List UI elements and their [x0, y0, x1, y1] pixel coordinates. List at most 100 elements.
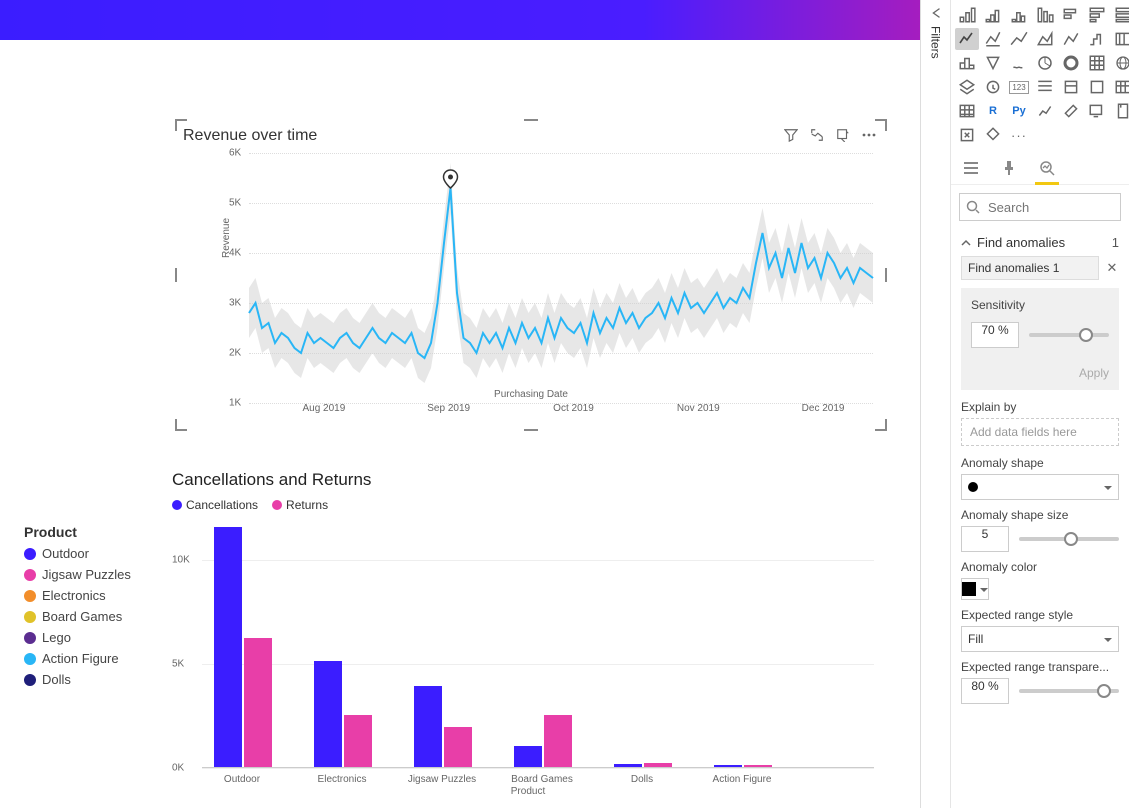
anomaly-shape-select[interactable] [961, 474, 1119, 500]
find-anomalies-section[interactable]: Find anomalies 1 [951, 229, 1129, 256]
viz-type-icon[interactable] [1059, 76, 1083, 98]
bar-group[interactable] [614, 763, 672, 767]
viz-type-icon[interactable] [1059, 28, 1083, 50]
viz-type-icon[interactable] [1059, 100, 1083, 122]
viz-type-icon[interactable] [955, 76, 979, 98]
search-box [959, 193, 1121, 221]
y-tick: 5K [172, 658, 184, 669]
viz-type-icon[interactable] [1007, 28, 1031, 50]
viz-type-icon[interactable] [981, 124, 1005, 146]
viz-type-icon[interactable] [1033, 76, 1057, 98]
viz-type-icon[interactable] [981, 76, 1005, 98]
x-tick: Oct 2019 [553, 403, 594, 417]
legend-item[interactable]: Action Figure [24, 651, 131, 666]
y-tick: 10K [172, 554, 190, 565]
viz-type-icon[interactable] [1033, 52, 1057, 74]
top-banner [0, 0, 920, 40]
legend-item[interactable]: Jigsaw Puzzles [24, 567, 131, 582]
viz-type-icon[interactable]: Py [1007, 100, 1031, 122]
filters-pane-collapsed[interactable]: Filters [920, 0, 950, 808]
chart-legend: Cancellations Returns [172, 498, 884, 512]
viz-type-icon[interactable] [1085, 76, 1109, 98]
legend-label: Board Games [42, 609, 122, 624]
sensitivity-slider[interactable] [1029, 333, 1109, 337]
x-tick: Dolls [631, 774, 653, 785]
format-tab[interactable] [999, 158, 1019, 178]
viz-type-icon[interactable]: R [981, 100, 1005, 122]
expand-icon [929, 6, 943, 20]
legend-item[interactable]: Dolls [24, 672, 131, 687]
search-input[interactable] [959, 193, 1121, 221]
legend-item[interactable]: Lego [24, 630, 131, 645]
viz-type-icon[interactable] [1007, 52, 1031, 74]
viz-type-icon[interactable] [1033, 100, 1057, 122]
legend-item[interactable]: Electronics [24, 588, 131, 603]
expected-range-style-select[interactable]: Fill [961, 626, 1119, 652]
viz-type-icon[interactable] [1033, 4, 1057, 26]
viz-type-icon[interactable] [1111, 4, 1129, 26]
viz-type-icon[interactable] [1085, 100, 1109, 122]
viz-type-icon[interactable] [1033, 28, 1057, 50]
more-icon[interactable] [861, 127, 877, 143]
viz-type-icon[interactable] [955, 52, 979, 74]
pin-icon[interactable] [835, 127, 851, 143]
shape-size-slider[interactable] [1019, 537, 1119, 541]
transparency-input[interactable]: 80 % [961, 678, 1009, 704]
fields-tab[interactable] [961, 158, 981, 178]
bar-group[interactable] [714, 765, 772, 767]
viz-type-icon[interactable] [1085, 28, 1109, 50]
filter-icon[interactable] [783, 127, 799, 143]
shape-size-input[interactable]: 5 [961, 526, 1009, 552]
viz-type-icon[interactable] [1059, 52, 1083, 74]
legend-label: Action Figure [42, 651, 119, 666]
viz-type-icon[interactable] [955, 4, 979, 26]
selection-handle[interactable] [524, 429, 538, 431]
selection-corner [175, 419, 187, 431]
viz-type-icon[interactable]: ··· [1007, 124, 1031, 146]
explain-by-fieldwell[interactable]: Add data fields here [961, 418, 1119, 446]
viz-type-icon[interactable] [955, 124, 979, 146]
selection-handle[interactable] [175, 268, 177, 282]
viz-type-icon[interactable] [1111, 52, 1129, 74]
revenue-over-time-visual[interactable]: Revenue over time Revenue 1K2K3K4K5K6K A… [176, 120, 886, 430]
anomaly-marker[interactable] [444, 170, 458, 188]
cancellations-returns-visual[interactable]: Cancellations and Returns Cancellations … [172, 470, 884, 810]
bar-group[interactable] [214, 527, 272, 767]
legend-item[interactable]: Outdoor [24, 546, 131, 561]
x-tick: Board Games [511, 774, 573, 785]
legend-swatch [24, 590, 36, 602]
viz-type-icon[interactable] [1059, 4, 1083, 26]
y-tick: 4K [229, 248, 241, 259]
sensitivity-input[interactable]: 70 % [971, 322, 1019, 348]
viz-type-icon[interactable] [1111, 28, 1129, 50]
viz-type-icon[interactable] [1085, 4, 1109, 26]
chart-title: Revenue over time [183, 127, 317, 145]
viz-type-icon[interactable] [981, 28, 1005, 50]
bar-group[interactable] [514, 715, 572, 767]
viz-type-icon[interactable] [1111, 100, 1129, 122]
chevron-down-icon [1104, 486, 1112, 494]
analytics-tab[interactable] [1037, 158, 1057, 178]
transparency-slider[interactable] [1019, 689, 1119, 693]
viz-type-icon[interactable] [1111, 76, 1129, 98]
viz-type-icon[interactable] [1085, 52, 1109, 74]
focus-mode-icon[interactable] [809, 127, 825, 143]
apply-button[interactable]: Apply [971, 348, 1109, 380]
viz-type-icon[interactable] [955, 100, 979, 122]
chip-close-icon[interactable]: ✕ [1105, 260, 1119, 276]
viz-type-icon[interactable]: 123 [1007, 76, 1031, 98]
anomaly-color-select[interactable] [961, 578, 989, 600]
bar-group[interactable] [414, 686, 472, 767]
viz-type-icon[interactable] [1007, 4, 1031, 26]
selection-handle[interactable] [524, 119, 538, 121]
legend-swatch [24, 653, 36, 665]
anomaly-chip[interactable]: Find anomalies 1 [961, 256, 1099, 280]
bar-group[interactable] [314, 661, 372, 767]
viz-type-icon[interactable] [955, 28, 979, 50]
viz-type-icon[interactable] [981, 4, 1005, 26]
product-legend: Product OutdoorJigsaw PuzzlesElectronics… [24, 524, 131, 693]
legend-label: Lego [42, 630, 71, 645]
legend-item[interactable]: Board Games [24, 609, 131, 624]
marker-preview [968, 482, 978, 492]
viz-type-icon[interactable] [981, 52, 1005, 74]
